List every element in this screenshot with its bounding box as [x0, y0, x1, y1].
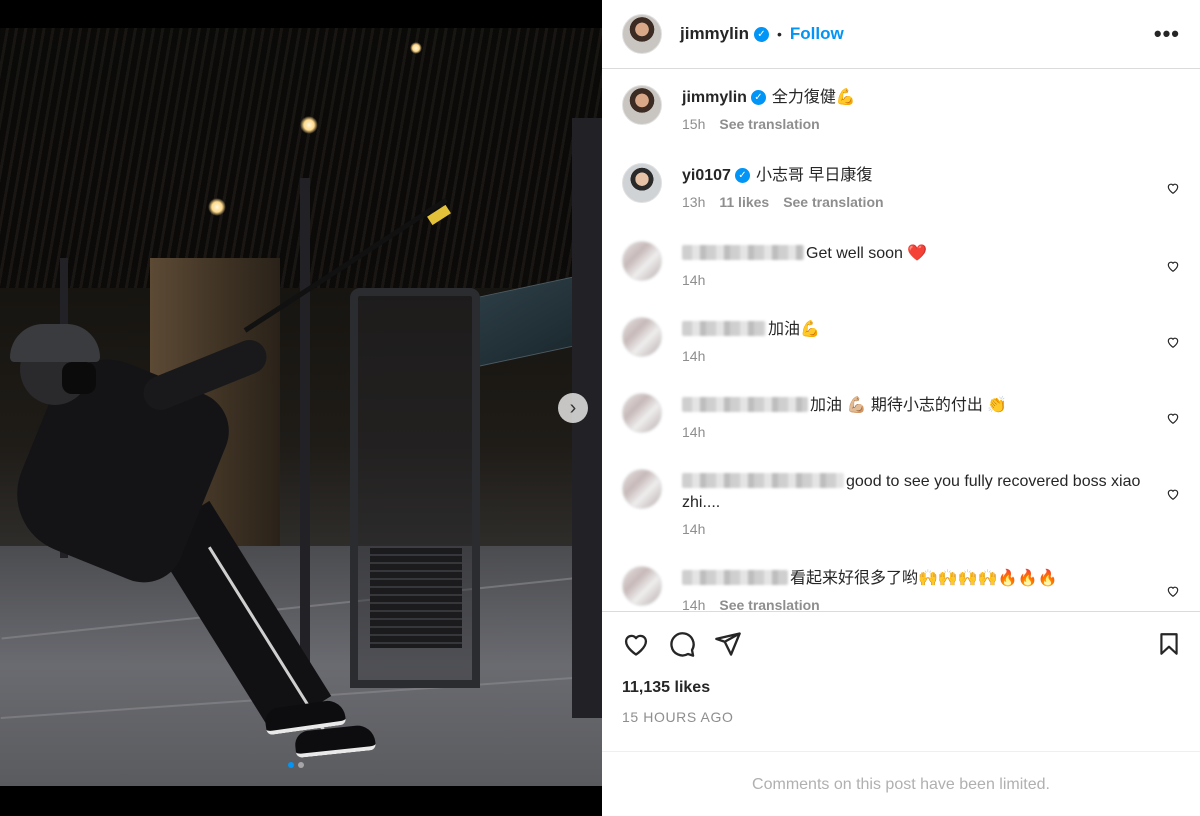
- like-comment-heart-icon[interactable]: [1166, 584, 1180, 598]
- caption-username[interactable]: jimmylin: [682, 89, 747, 106]
- wall-poster: [478, 275, 580, 367]
- comment-time: 14h: [682, 424, 706, 440]
- comment-time: 13h: [682, 194, 706, 210]
- post-media: ›: [0, 0, 602, 816]
- verified-badge-icon: ✓: [753, 26, 769, 42]
- commenter-avatar[interactable]: [622, 566, 662, 606]
- chevron-right-icon: ›: [569, 396, 577, 419]
- see-translation-link[interactable]: See translation: [719, 116, 819, 132]
- like-heart-icon[interactable]: [622, 630, 650, 658]
- like-comment-heart-icon[interactable]: [1166, 335, 1180, 349]
- comment-text: 看起来好很多了哟🙌🙌🙌🙌🔥🔥🔥: [790, 570, 1058, 587]
- verified-badge-icon: ✓: [750, 90, 766, 106]
- comment-item: 加油💪 14h: [622, 317, 1180, 393]
- instagram-post-dialog: › jimmylin ✓ • Follow ••• jimmylin ✓ 全力復健💪: [0, 0, 1200, 816]
- verified-badge-icon: ✓: [734, 168, 750, 184]
- author-username[interactable]: jimmylin: [680, 24, 749, 44]
- comment-text: 加油💪: [768, 321, 820, 338]
- share-paper-plane-icon[interactable]: [714, 630, 742, 658]
- like-comment-heart-icon[interactable]: [1166, 181, 1180, 195]
- person-mask: [62, 362, 96, 394]
- ceiling-light: [300, 116, 318, 134]
- comment-item: yi0107 ✓ 小志哥 早日康復 13h 11 likes See transla…: [622, 163, 1180, 241]
- post-photo[interactable]: [0, 28, 602, 786]
- carousel-dot: [298, 762, 304, 768]
- post-caption: jimmylin ✓ 全力復健💪 15h See translation: [622, 85, 1180, 163]
- comments-limited-notice: Comments on this post have been limited.: [752, 776, 1050, 793]
- blurred-username[interactable]: [682, 570, 788, 585]
- comment-text: 加油 💪🏼 期待小志的付出 👏: [810, 397, 1008, 414]
- comment-item: 看起来好很多了哟🙌🙌🙌🙌🔥🔥🔥 14h See translation: [622, 566, 1180, 611]
- see-translation-link[interactable]: See translation: [783, 194, 883, 210]
- blurred-username[interactable]: [682, 245, 804, 260]
- machine-frame: [300, 178, 310, 718]
- commenter-avatar[interactable]: [622, 241, 662, 281]
- caption-time: 15h: [682, 116, 706, 132]
- post-header: jimmylin ✓ • Follow •••: [602, 0, 1200, 69]
- like-comment-heart-icon[interactable]: [1166, 487, 1180, 501]
- carousel-indicator: [288, 762, 304, 768]
- comment-time: 14h: [682, 521, 706, 537]
- ceiling-light: [410, 42, 422, 54]
- comment-item: Get well soon ❤️ 14h: [622, 241, 1180, 317]
- comment-time: 14h: [682, 348, 706, 364]
- blurred-username[interactable]: [682, 321, 766, 336]
- comment-text: 小志哥 早日康復: [755, 167, 873, 184]
- like-comment-heart-icon[interactable]: [1166, 411, 1180, 425]
- save-bookmark-icon[interactable]: [1156, 630, 1182, 658]
- weight-stack: [370, 548, 462, 648]
- comments-list[interactable]: jimmylin ✓ 全力復健💪 15h See translation yi010…: [602, 69, 1200, 611]
- post-time-ago: 15 HOURS AGO: [602, 697, 1200, 752]
- comment-likes[interactable]: 11 likes: [719, 194, 769, 210]
- comment-time: 14h: [682, 597, 706, 611]
- follow-button[interactable]: Follow: [790, 24, 844, 44]
- ceiling-light: [208, 198, 226, 216]
- like-comment-heart-icon[interactable]: [1166, 259, 1180, 273]
- person-cap: [10, 324, 100, 362]
- carousel-next-button[interactable]: ›: [558, 393, 588, 423]
- author-avatar[interactable]: [622, 14, 662, 54]
- commenter-avatar[interactable]: [622, 393, 662, 433]
- comment-time: 14h: [682, 272, 706, 288]
- comment-item: good to see you fully recovered boss xia…: [622, 469, 1180, 566]
- blurred-username[interactable]: [682, 397, 808, 412]
- comment-username[interactable]: yi0107: [682, 167, 731, 184]
- commenter-avatar[interactable]: [622, 317, 662, 357]
- blurred-username[interactable]: [682, 473, 844, 488]
- carousel-dot-active: [288, 762, 294, 768]
- see-translation-link[interactable]: See translation: [719, 597, 819, 611]
- post-side-panel: jimmylin ✓ • Follow ••• jimmylin ✓ 全力復健💪 1…: [602, 0, 1200, 816]
- commenter-avatar[interactable]: [622, 469, 662, 509]
- author-avatar[interactable]: [622, 85, 662, 125]
- likes-count[interactable]: 11,135 likes: [602, 675, 1200, 697]
- separator: •: [776, 26, 782, 42]
- caption-text: 全力復健💪: [771, 89, 856, 106]
- comment-item: 加油 💪🏼 期待小志的付出 👏 14h: [622, 393, 1180, 469]
- commenter-avatar[interactable]: [622, 163, 662, 203]
- comment-bubble-icon[interactable]: [668, 630, 696, 658]
- post-action-bar: [602, 611, 1200, 675]
- more-options-icon[interactable]: •••: [1154, 21, 1180, 47]
- comment-text: Get well soon ❤️: [806, 245, 928, 262]
